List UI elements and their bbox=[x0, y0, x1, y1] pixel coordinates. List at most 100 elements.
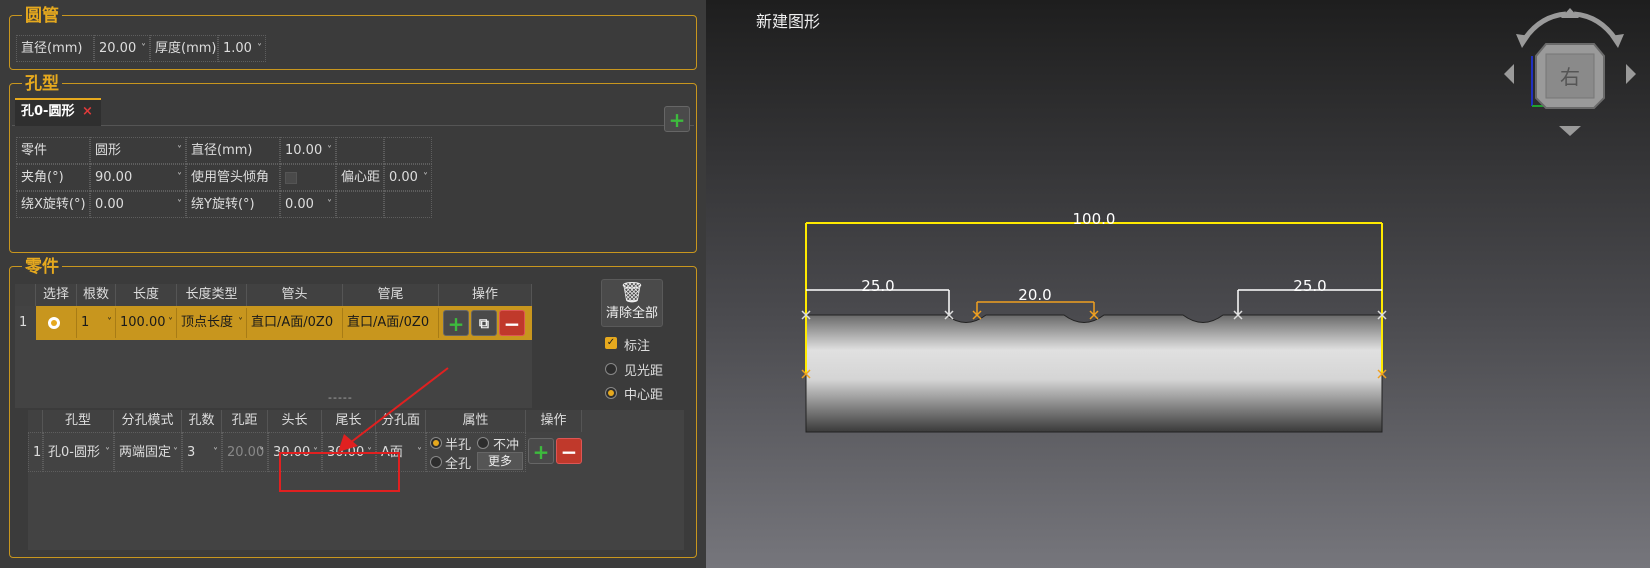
table-row[interactable]: 1 ˅ 100.00 ˅ 顶点长度 ˅ 直口/A面/0Z0 直口/A面/0Z0 + ⧉… bbox=[36, 306, 532, 340]
select-radio[interactable] bbox=[48, 317, 60, 329]
empty-cell bbox=[384, 137, 432, 164]
clear-all-button[interactable]: 🗑 清除全部 bbox=[601, 279, 663, 327]
close-icon[interactable]: × bbox=[82, 104, 93, 119]
count-cell[interactable]: 1 ˅ bbox=[77, 308, 116, 338]
spacing-combo[interactable]: 20.00 ˅ bbox=[222, 432, 268, 472]
offset-value: 0.00 bbox=[389, 170, 418, 185]
length-value: 100.00 bbox=[120, 315, 166, 330]
dim-right: 25.0 bbox=[1293, 277, 1326, 295]
part-combo[interactable]: 圆形 ˅ bbox=[90, 137, 186, 164]
chevron-down-icon: ˅ bbox=[259, 447, 264, 458]
copy-part-button[interactable]: ⧉ bbox=[471, 310, 497, 336]
light-distance-radio[interactable] bbox=[605, 363, 617, 375]
tube-group-title: 圆管 bbox=[22, 6, 62, 26]
drawing-canvas: 100.0 25.0 25.0 20.0 bbox=[801, 210, 1387, 433]
hole-type-combo[interactable]: 孔0-圆形 ˅ bbox=[43, 432, 114, 472]
count-value: 1 bbox=[81, 315, 90, 330]
row-header-corner bbox=[15, 284, 36, 306]
angle-value: 90.00 bbox=[95, 170, 133, 185]
roty-label: 绕Y旋转(°) bbox=[186, 191, 280, 218]
hole-count-value: 3 bbox=[187, 445, 196, 460]
col-header: 孔数 bbox=[182, 410, 222, 432]
col-header: 孔型 bbox=[43, 410, 114, 432]
col-header: 操作 bbox=[526, 410, 582, 432]
add-hole-button[interactable]: + bbox=[528, 438, 554, 464]
chevron-down-icon: ˅ bbox=[177, 145, 182, 156]
hole-count-combo[interactable]: 3 ˅ bbox=[182, 432, 222, 472]
tube-body bbox=[805, 314, 1383, 433]
col-header: 根数 bbox=[77, 284, 116, 306]
part-value: 圆形 bbox=[95, 143, 122, 158]
hole-diameter-value: 10.00 bbox=[285, 143, 323, 158]
viewport[interactable]: 新建图形 右 100.0 25.0 25.0 20.0 bbox=[706, 0, 1650, 568]
annotate-label: 标注 bbox=[624, 339, 651, 354]
hole-tab-label: 孔0-圆形 bbox=[21, 104, 75, 119]
tube-thickness-value: 1.00 bbox=[223, 41, 252, 56]
dim-total: 100.0 bbox=[1073, 210, 1116, 228]
chevron-down-icon: ˅ bbox=[238, 317, 243, 328]
hole-type-group-title: 孔型 bbox=[22, 74, 62, 94]
hole-tab[interactable]: 孔0-圆形 × bbox=[15, 98, 101, 126]
length-type-value: 顶点长度 bbox=[181, 315, 234, 330]
chevron-down-icon: ˅ bbox=[177, 172, 182, 183]
hole-diameter-combo[interactable]: 10.00 ˅ bbox=[280, 137, 336, 164]
roty-value: 0.00 bbox=[285, 197, 314, 212]
use-tilt-checkbox[interactable] bbox=[285, 172, 297, 184]
more-button[interactable]: 更多 bbox=[477, 452, 523, 470]
tail-cell[interactable]: 直口/A面/0Z0 bbox=[343, 308, 439, 338]
parts-group-title: 零件 bbox=[22, 257, 62, 277]
tube-diameter-value: 20.00 bbox=[99, 41, 137, 56]
mode-combo[interactable]: 两端固定 ˅ bbox=[114, 432, 182, 472]
tube-thickness-combo[interactable]: 1.00 ˅ bbox=[218, 35, 266, 62]
clear-all-label: 清除全部 bbox=[605, 306, 658, 321]
delete-part-button[interactable]: − bbox=[499, 310, 525, 336]
delete-hole-button[interactable]: − bbox=[556, 438, 582, 464]
rotx-combo[interactable]: 0.00 ˅ bbox=[90, 191, 186, 218]
head-cell[interactable]: 直口/A面/0Z0 bbox=[247, 308, 343, 338]
tube-diameter-combo[interactable]: 20.00 ˅ bbox=[94, 35, 150, 62]
rotx-value: 0.00 bbox=[95, 197, 124, 212]
annotation-arrow bbox=[338, 367, 449, 452]
hole-row-index: 1 bbox=[28, 432, 43, 472]
length-type-cell[interactable]: 顶点长度 ˅ bbox=[177, 308, 247, 338]
hole-type-group: 孔型 孔0-圆形 × + 零件 圆形 ˅ 直径(mm) 10.00 ˅ 夹角(°) … bbox=[9, 74, 697, 253]
chevron-down-icon: ˅ bbox=[105, 447, 110, 458]
trash-icon: 🗑 bbox=[619, 280, 645, 304]
add-hole-type-button[interactable]: + bbox=[664, 106, 690, 132]
angle-combo[interactable]: 90.00 ˅ bbox=[90, 164, 186, 191]
add-part-button[interactable]: + bbox=[443, 310, 469, 336]
row-index: 1 bbox=[19, 315, 28, 330]
center-distance-label: 中心距 bbox=[624, 388, 664, 403]
offset-combo[interactable]: 0.00 ˅ bbox=[384, 164, 432, 191]
angle-label: 夹角(°) bbox=[16, 164, 90, 191]
chevron-down-icon: ˅ bbox=[107, 317, 112, 328]
no-punch-radio[interactable] bbox=[477, 437, 489, 449]
col-header: 管头 bbox=[247, 284, 343, 306]
col-header: 头长 bbox=[268, 410, 322, 432]
row-header-corner bbox=[28, 410, 43, 432]
col-header: 长度类型 bbox=[177, 284, 247, 306]
col-header: 选择 bbox=[36, 284, 77, 306]
length-cell[interactable]: 100.00 ˅ bbox=[116, 308, 177, 338]
no-punch-label: 不冲 bbox=[493, 438, 520, 453]
chevron-down-icon: ˅ bbox=[257, 43, 262, 54]
dim-middle: 20.0 bbox=[1018, 286, 1051, 304]
chevron-down-icon: ˅ bbox=[173, 447, 178, 458]
hole-tab-bar bbox=[12, 96, 694, 126]
select-cell[interactable] bbox=[36, 308, 77, 338]
use-tilt-cell bbox=[280, 164, 336, 191]
rotx-label: 绕X旋转(°) bbox=[16, 191, 90, 218]
hole-diameter-label: 直径(mm) bbox=[186, 137, 280, 164]
empty-cell bbox=[336, 137, 384, 164]
empty-cell bbox=[384, 191, 432, 218]
hole-type-value: 孔0-圆形 bbox=[48, 445, 100, 460]
annotate-checkbox[interactable]: ✓ bbox=[605, 337, 617, 349]
roty-combo[interactable]: 0.00 ˅ bbox=[280, 191, 336, 218]
col-header: 分孔模式 bbox=[114, 410, 182, 432]
chevron-down-icon: ˅ bbox=[327, 199, 332, 210]
center-distance-radio[interactable] bbox=[605, 387, 617, 399]
chevron-down-icon: ˅ bbox=[177, 199, 182, 210]
use-tilt-label: 使用管头倾角 bbox=[186, 164, 280, 191]
col-header: 长度 bbox=[116, 284, 177, 306]
chevron-down-icon: ˅ bbox=[423, 172, 428, 183]
